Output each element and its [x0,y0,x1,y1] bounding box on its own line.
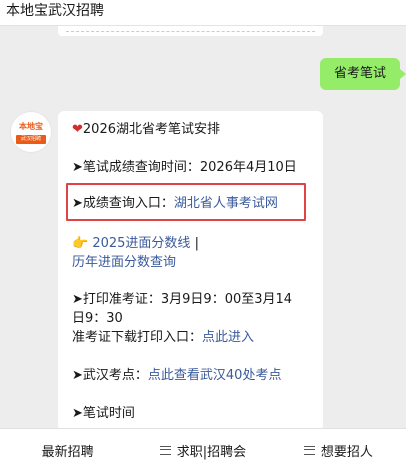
pointing-hand-icon: 👉 [72,236,89,251]
score-line-link[interactable]: 2025进面分数线 [92,236,190,251]
chat-title: 本地宝武汉招聘 [0,0,406,26]
previous-message-bubble [58,26,323,36]
admit-entry-link[interactable]: 点此进入 [202,330,254,345]
bot-heading: 2026湖北省考笔试安排 [82,122,220,137]
history-score-link[interactable]: 历年进面分数查询 [72,255,176,270]
menu-icon [303,445,315,455]
admit-entry-line: 准考证下载打印入口：点此进入 [72,329,254,347]
user-message-bubble[interactable]: 省考笔试 [320,58,406,90]
tab-label: 最新招聘 [41,444,94,460]
bot-message-bubble: ❤2026湖北省考笔试安排 ➤笔试成绩查询时间：2026年4月10日 ➤成绩查询… [58,111,323,431]
avatar-logo-text: 本地宝 [19,122,43,131]
heading-line: ❤2026湖北省考笔试安排 [72,121,220,139]
hubei-exam-site-link[interactable]: 湖北省人事考试网 [174,196,278,211]
venue-link[interactable]: 点此查看武汉40处考点 [148,368,282,383]
score-line: 👉 2025进面分数线 | [72,235,199,253]
tab-label: 求职|招聘会 [176,444,247,460]
entry-line: ➤成绩查询入口：湖北省人事考试网 [72,195,278,213]
venue-line: ➤武汉考点：点此查看武汉40处考点 [72,367,281,385]
history-line: 历年进面分数查询 [72,254,176,272]
tab-label: 想要招人 [320,444,373,460]
admit-print-text-2: 日9：30 [72,311,123,326]
bot-avatar[interactable]: 本地宝 武汉招聘 [10,111,52,153]
tab-want-to-hire[interactable]: 想要招人 [271,429,406,471]
menu-icon [159,445,171,455]
admit-print-text-1: ➤打印准考证：3月9日9：00至3月14 [72,292,293,307]
tab-job-fair[interactable]: 求职|招聘会 [135,429,270,471]
exam-time-text: ➤笔试时间 [72,406,135,421]
avatar-logo-subtext: 武汉招聘 [16,135,46,144]
venue-prefix: ➤武汉考点： [72,368,148,383]
tab-latest-jobs[interactable]: 最新招聘 [0,429,135,471]
admit-entry-prefix: 准考证下载打印入口： [72,330,203,345]
result-time-text: ➤笔试成绩查询时间：2026年4月10日 [72,160,297,175]
separator: | [194,236,199,251]
entry-prefix: ➤成绩查询入口： [72,196,174,211]
bottom-menu-bar: 最新招聘 求职|招聘会 想要招人 [0,428,406,471]
heart-icon: ❤ [72,122,83,137]
